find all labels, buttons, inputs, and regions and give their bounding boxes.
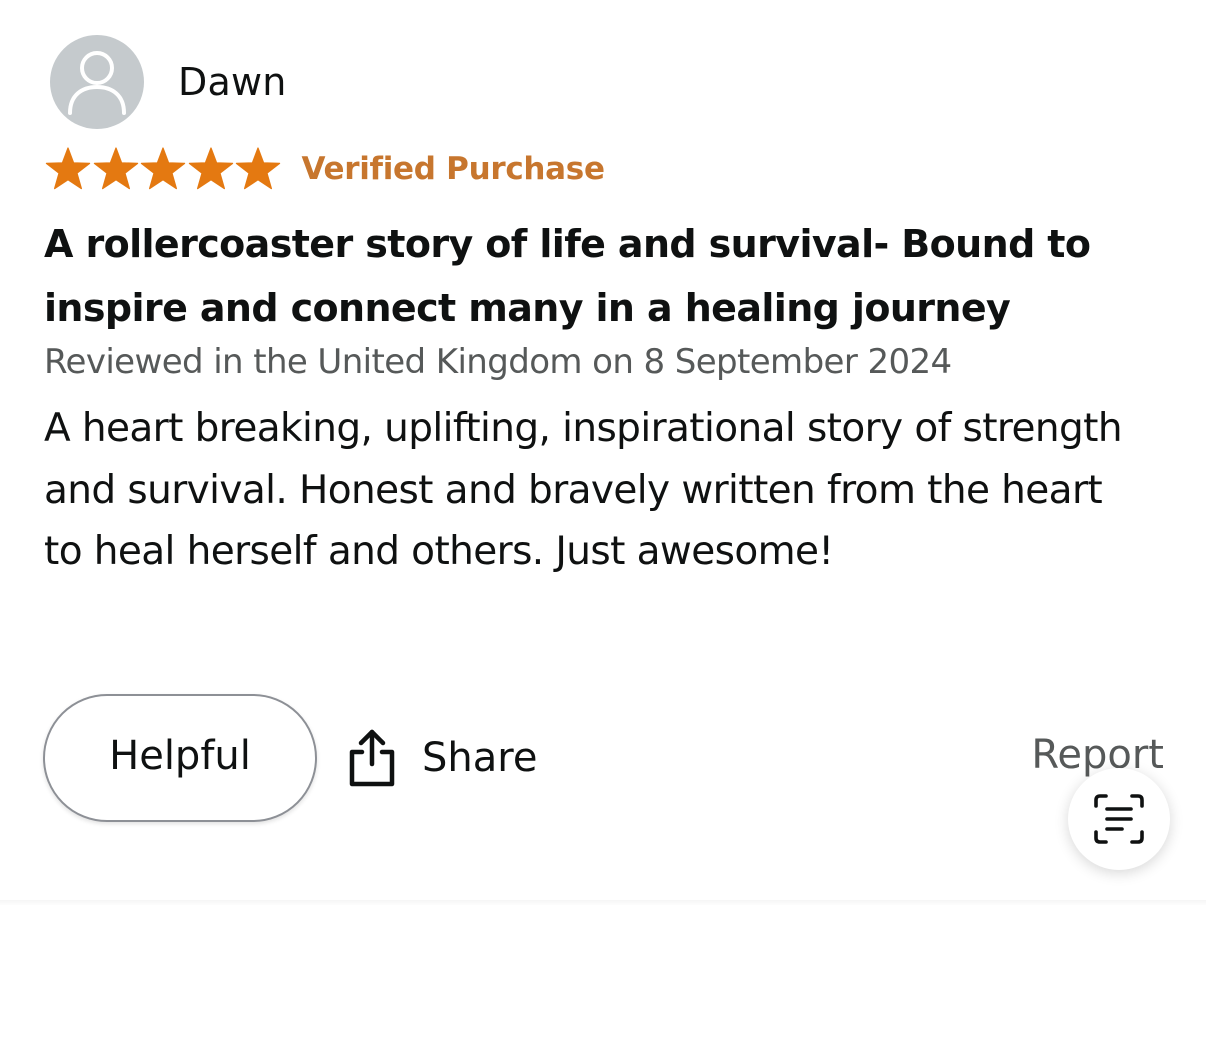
share-upload-icon <box>349 729 395 787</box>
star-rating <box>44 146 282 192</box>
share-button[interactable]: Share <box>344 722 537 794</box>
text-scan-icon <box>1094 794 1144 844</box>
report-link[interactable]: Report <box>1031 732 1164 778</box>
star-icon <box>140 147 186 190</box>
reviewer-profile[interactable]: Dawn <box>50 34 287 130</box>
review-card: Dawn Verified Purchase A rollercoaster s… <box>0 0 1206 905</box>
avatar <box>50 35 144 129</box>
helpful-button[interactable]: Helpful <box>43 694 317 822</box>
rating-row: Verified Purchase <box>44 144 605 194</box>
reviewer-name: Dawn <box>178 60 287 104</box>
review-body: A heart breaking, uplifting, inspiration… <box>44 406 1123 574</box>
review-meta: Reviewed in the United Kingdom on 8 Sept… <box>44 342 952 382</box>
review-title: A rollercoaster story of life and surviv… <box>44 222 1091 330</box>
text-scan-button[interactable] <box>1068 768 1170 870</box>
verified-purchase-badge[interactable]: Verified Purchase <box>302 151 605 187</box>
empty-area <box>0 905 1206 1059</box>
person-silhouette-icon <box>68 51 126 115</box>
star-icon <box>235 147 281 190</box>
star-icon <box>188 147 233 190</box>
star-icon <box>45 147 91 190</box>
share-label: Share <box>422 735 538 781</box>
star-icon <box>93 147 138 190</box>
